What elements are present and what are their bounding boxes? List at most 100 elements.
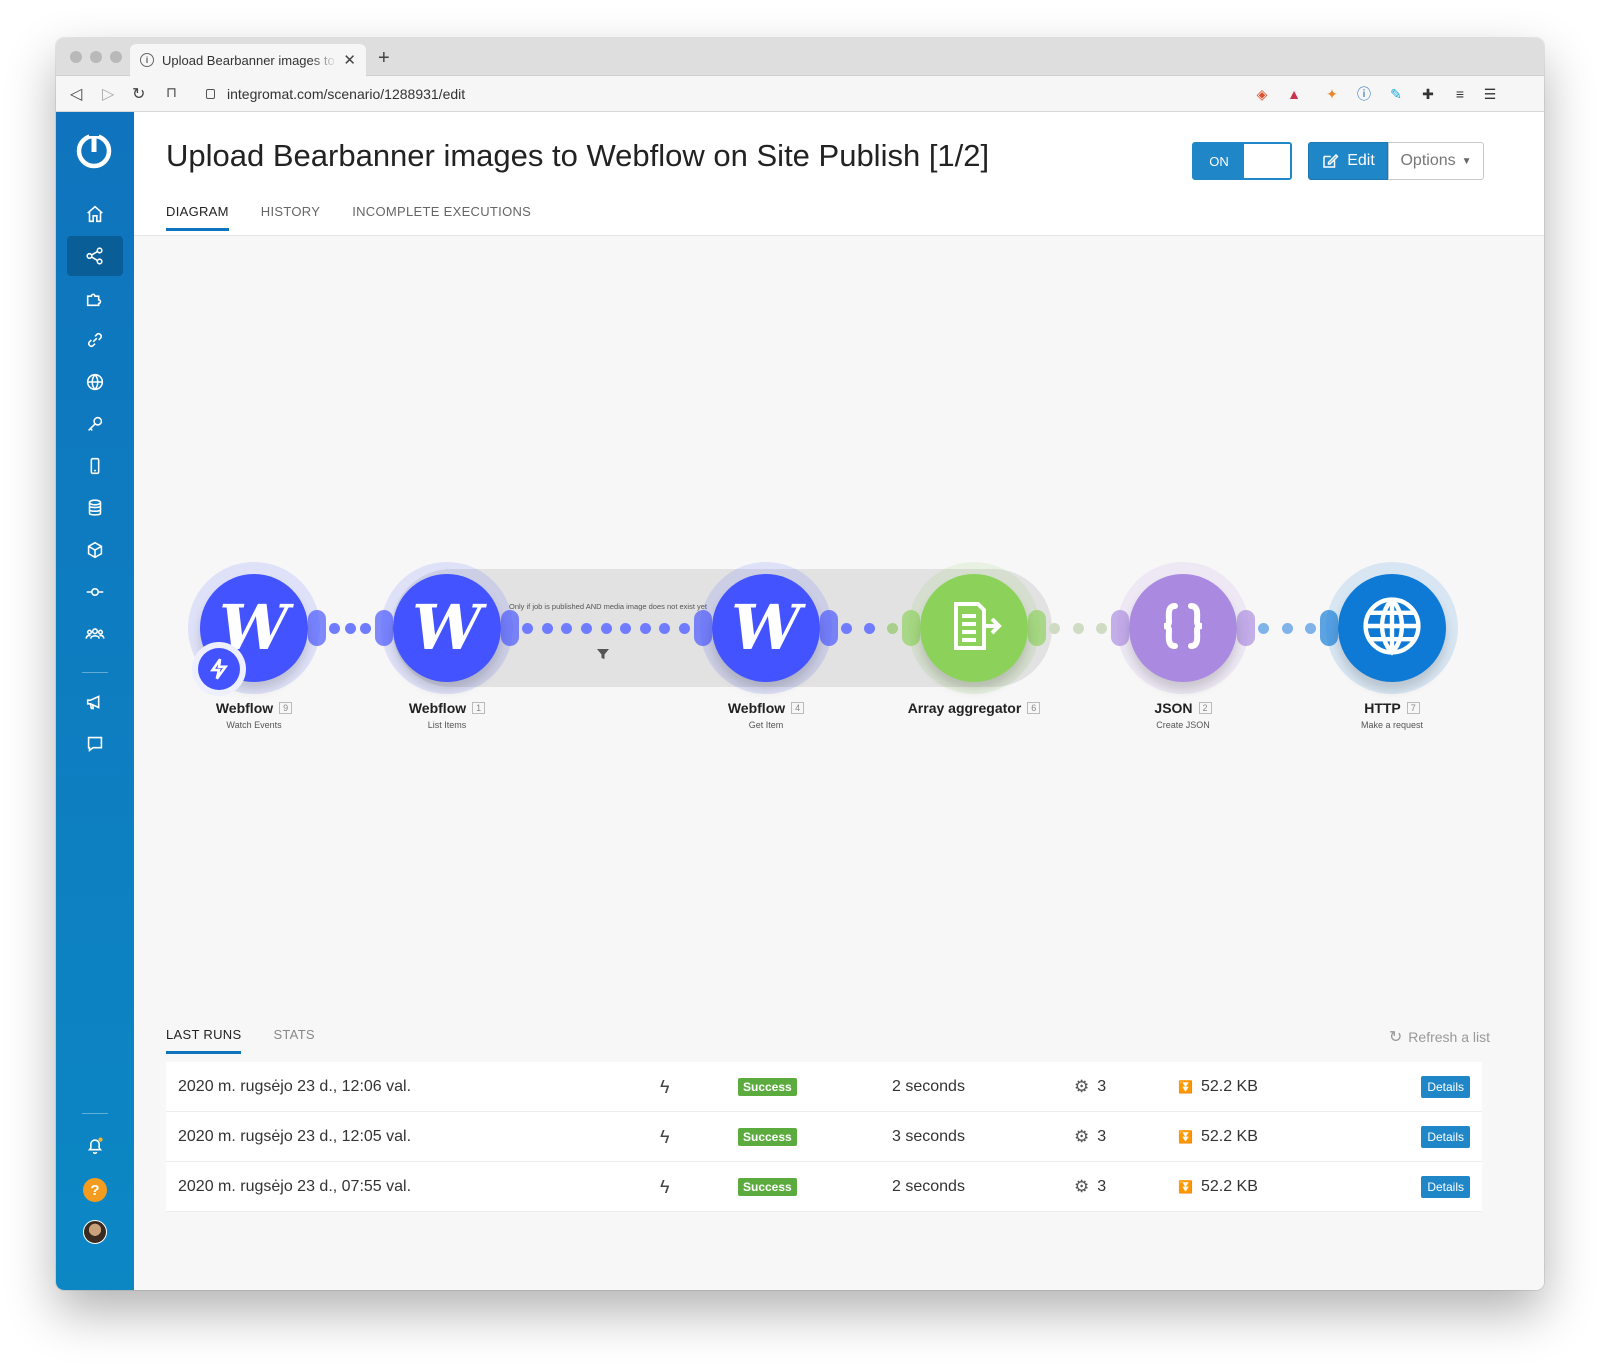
scheduling-toggle[interactable]: ON xyxy=(1192,142,1292,180)
run-duration: 2 seconds xyxy=(892,1078,965,1095)
close-tab-icon[interactable]: ✕ xyxy=(343,51,356,69)
new-tab-button[interactable]: + xyxy=(378,47,390,70)
brave-shield-icon[interactable]: ◈ xyxy=(1252,84,1272,104)
forward-icon[interactable]: ▷ xyxy=(102,84,114,104)
refresh-label: Refresh a list xyxy=(1408,1029,1490,1045)
page-title: Upload Bearbanner images to Webflow on S… xyxy=(166,138,990,173)
module-input-connector[interactable] xyxy=(694,610,712,646)
tab-incomplete-executions[interactable]: INCOMPLETE EXECUTIONS xyxy=(352,204,531,231)
webflow-icon: W xyxy=(731,591,801,664)
module-label: Webflow 4 xyxy=(666,700,866,716)
module-output-connector[interactable] xyxy=(1028,610,1046,646)
options-dropdown[interactable]: Options ▼ xyxy=(1388,142,1484,180)
module-array-aggregator-6[interactable] xyxy=(920,574,1028,682)
sidebar-item-webhooks[interactable] xyxy=(67,362,123,402)
connection-dot xyxy=(329,623,340,634)
reading-list-icon[interactable]: ≡ xyxy=(1450,84,1470,104)
run-operations: 3 xyxy=(1097,1128,1107,1145)
toggle-on-label: ON xyxy=(1194,144,1244,178)
module-output-connector[interactable] xyxy=(308,610,326,646)
sidebar-item-templates[interactable] xyxy=(67,278,123,318)
tab-last-runs[interactable]: LAST RUNS xyxy=(166,1027,242,1054)
integromat-logo[interactable] xyxy=(74,130,114,170)
module-output-connector[interactable] xyxy=(1237,610,1255,646)
sidebar-item-profile[interactable] xyxy=(67,1212,123,1252)
sidebar-item-devices[interactable] xyxy=(67,446,123,486)
module-input-connector[interactable] xyxy=(1111,610,1129,646)
sidebar-item-data-stores[interactable] xyxy=(67,488,123,528)
browser-tab-title: Upload Bearbanner images to Webflow on S… xyxy=(162,52,337,68)
module-json-2[interactable] xyxy=(1129,574,1237,682)
edit-icon xyxy=(1323,153,1339,168)
sidebar-divider xyxy=(82,672,108,673)
details-button[interactable]: Details xyxy=(1421,1176,1470,1198)
extension-icon[interactable]: ✦ xyxy=(1322,84,1342,104)
connection-dot xyxy=(887,623,898,634)
connection-dot xyxy=(679,623,690,634)
scenario-diagram[interactable]: Only if job is published AND media image… xyxy=(134,237,1544,1007)
module-webflow-4[interactable]: W xyxy=(712,574,820,682)
runs-panel: LAST RUNS STATS ↻ Refresh a list 2020 m.… xyxy=(166,1027,1536,1212)
share-icon xyxy=(86,247,103,265)
tab-diagram[interactable]: DIAGRAM xyxy=(166,204,229,231)
browser-tab[interactable]: i Upload Bearbanner images to Webflow on… xyxy=(130,44,366,76)
details-button[interactable]: Details xyxy=(1421,1076,1470,1098)
address-bar[interactable]: integromat.com/scenario/1288931/edit xyxy=(206,80,1246,108)
close-window-icon[interactable] xyxy=(70,51,82,63)
minimize-window-icon[interactable] xyxy=(90,51,102,63)
sidebar-item-scenarios[interactable] xyxy=(67,236,123,276)
chevrons-down-icon: ⏬ xyxy=(1178,1180,1193,1194)
zoom-window-icon[interactable] xyxy=(110,51,122,63)
tab-history[interactable]: HISTORY xyxy=(261,204,320,231)
refresh-list-button[interactable]: ↻ Refresh a list xyxy=(1389,1027,1490,1047)
database-icon xyxy=(88,499,102,516)
trigger-badge[interactable] xyxy=(192,642,246,696)
module-output-connector[interactable] xyxy=(501,610,519,646)
reload-icon[interactable]: ↻ xyxy=(132,84,145,104)
status-badge: Success xyxy=(738,1128,797,1146)
module-label: Array aggregator 6 xyxy=(874,700,1074,716)
tab-stats[interactable]: STATS xyxy=(273,1027,314,1054)
run-duration: 2 seconds xyxy=(892,1178,965,1195)
module-webflow-1[interactable]: W xyxy=(393,574,501,682)
sidebar-divider-bottom xyxy=(82,1113,108,1114)
sidebar-item-keys[interactable] xyxy=(67,404,123,444)
json-icon xyxy=(1153,596,1213,661)
run-size: 52.2 KB xyxy=(1200,1078,1258,1095)
tab-strip: i Upload Bearbanner images to Webflow on… xyxy=(56,38,1544,76)
sidebar-item-custom-apps[interactable] xyxy=(67,572,123,612)
module-input-connector[interactable] xyxy=(902,610,920,646)
lightning-icon: ϟ xyxy=(660,1176,670,1197)
megaphone-icon xyxy=(86,695,100,710)
run-size: 52.2 KB xyxy=(1200,1128,1258,1145)
password-manager-icon[interactable]: ⓘ xyxy=(1354,84,1374,104)
edit-button[interactable]: Edit xyxy=(1308,142,1388,180)
details-button[interactable]: Details xyxy=(1421,1126,1470,1148)
module-input-connector[interactable] xyxy=(375,610,393,646)
run-details-cell: Details xyxy=(1421,1062,1470,1112)
sidebar-item-team[interactable] xyxy=(67,614,123,654)
sidebar-item-home[interactable] xyxy=(67,194,123,234)
sidebar-item-notifications[interactable] xyxy=(67,1126,123,1166)
extension-pen-icon[interactable]: ✎ xyxy=(1386,84,1406,104)
table-row: 2020 m. rugsėjo 23 d., 07:55 val. ϟ Succ… xyxy=(166,1162,1482,1212)
filter-icon[interactable] xyxy=(596,647,610,661)
module-http-7[interactable] xyxy=(1338,574,1446,682)
sidebar-item-help[interactable]: ? xyxy=(67,1170,123,1210)
connection-dot xyxy=(580,623,592,634)
sidebar-item-announcements[interactable] xyxy=(67,682,123,722)
brave-rewards-icon[interactable]: ▲ xyxy=(1284,84,1304,104)
browser-menu-icon[interactable]: ☰ xyxy=(1480,84,1500,104)
module-input-connector[interactable] xyxy=(1320,610,1338,646)
sidebar-item-messages[interactable] xyxy=(67,724,123,764)
sidebar-item-connections[interactable] xyxy=(67,320,123,360)
module-id-badge: 1 xyxy=(472,702,486,714)
sidebar-item-data-structures[interactable] xyxy=(67,530,123,570)
module-output-connector[interactable] xyxy=(820,610,838,646)
extensions-puzzle-icon[interactable]: ✚ xyxy=(1418,84,1438,104)
connection-dot xyxy=(360,623,371,634)
run-date: 2020 m. rugsėjo 23 d., 07:55 val. xyxy=(178,1178,412,1195)
bookmark-icon[interactable]: ⊓ xyxy=(166,84,177,101)
back-icon[interactable]: ◁ xyxy=(70,84,82,104)
run-details-cell: Details xyxy=(1421,1112,1470,1162)
